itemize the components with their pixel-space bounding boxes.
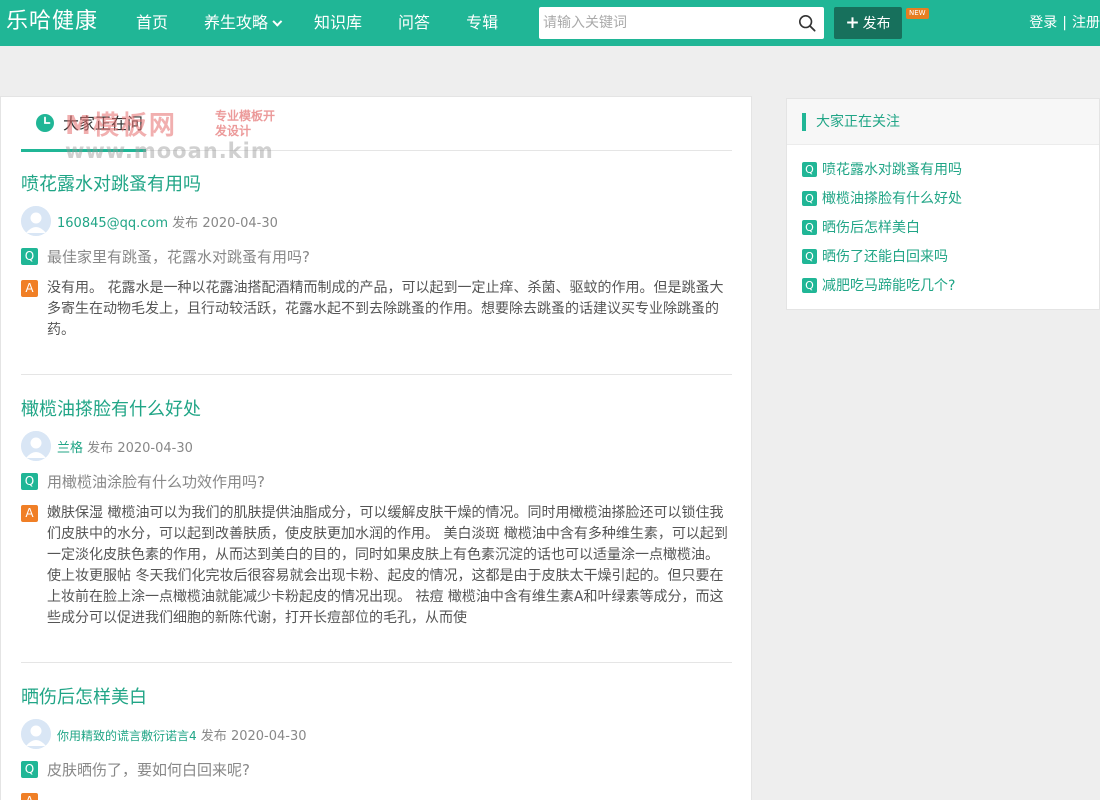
question-title[interactable]: 喷花露水对跳蚤有用吗 xyxy=(21,172,732,198)
question-text: 用橄榄油涂脸有什么功效作用吗? xyxy=(47,473,265,491)
meta-text: 你用精致的谎言敷衍诺言4 发布 2020-04-30 xyxy=(57,725,307,744)
divider xyxy=(21,662,732,663)
trending-title: 大家正在关注 xyxy=(816,114,900,130)
plus-icon: + xyxy=(845,13,860,33)
question-text: 皮肤晒伤了，要如何白回来呢? xyxy=(47,761,250,779)
meta-text: 160845@qq.com 发布 2020-04-30 xyxy=(57,212,278,231)
answer-text: 嫩肤保湿 橄榄油可以为我们的肌肤提供油脂成分，可以缓解皮肤干燥的情况。同时用橄榄… xyxy=(47,505,728,626)
question-tag-icon: Q xyxy=(802,220,817,235)
trending-item[interactable]: Q 晒伤后怎样美白 xyxy=(802,217,962,246)
nav-label: 养生攻略 xyxy=(204,13,269,32)
question-tag-icon: Q xyxy=(802,191,817,206)
question-item: 橄榄油搽脸有什么好处 兰格 发布 2020-04-30 Q 用橄榄油涂脸有什么功… xyxy=(21,397,732,629)
trending-item-label: 晒伤了还能白回来吗 xyxy=(822,249,948,265)
auth-links: 登录 | 注册 xyxy=(1029,0,1100,46)
questions-card: 大家正在问 M模板网 专业模板开发设计 www.mooan.kim 喷花露水对跳… xyxy=(0,96,752,800)
question-title[interactable]: 橄榄油搽脸有什么好处 xyxy=(21,397,732,423)
nav-label: 问答 xyxy=(398,13,431,32)
trending-item-label: 晒伤后怎样美白 xyxy=(822,220,920,236)
question-item: 晒伤后怎样美白 你用精致的谎言敷衍诺言4 发布 2020-04-30 Q 皮肤晒… xyxy=(21,685,732,800)
nav-label: 首页 xyxy=(136,13,169,32)
trending-card: 大家正在关注 Q 喷花露水对跳蚤有用吗 Q 橄榄油搽脸有什么好处 Q 晒伤后怎样美白 … xyxy=(786,98,1100,310)
answer-tag-icon: A xyxy=(21,505,38,522)
trending-item-label: 减肥吃马蹄能吃几个? xyxy=(822,278,956,294)
question-item: 喷花露水对跳蚤有用吗 160845@qq.com 发布 2020-04-30 Q… xyxy=(21,172,732,341)
question-meta: 160845@qq.com 发布 2020-04-30 xyxy=(21,206,732,236)
avatar[interactable] xyxy=(21,719,51,749)
question-line: Q 用橄榄油涂脸有什么功效作用吗? xyxy=(21,471,732,493)
question-line: Q 皮肤晒伤了，要如何白回来呢? xyxy=(21,759,732,781)
nav-item-home[interactable]: 首页 xyxy=(118,0,186,46)
question-tag-icon: Q xyxy=(802,278,817,293)
divider xyxy=(21,374,732,375)
answer-line: A 没有用。 花露水是一种以花露油搭配酒精而制成的产品，可以起到一定止痒、杀菌、… xyxy=(21,278,732,341)
login-link[interactable]: 登录 xyxy=(1029,15,1057,31)
search-input[interactable] xyxy=(539,7,789,39)
nav-item-albums[interactable]: 专辑 xyxy=(448,0,516,46)
title-accent-bar xyxy=(802,113,806,131)
trending-header: 大家正在关注 xyxy=(787,99,1099,145)
top-navbar: 乐哈健康 首页 养生攻略 知识库 问答 专辑 +发布 NEW 登录 | 注册 xyxy=(0,0,1100,46)
publish-word: 发布 xyxy=(172,216,199,231)
trending-item-label: 橄榄油搽脸有什么好处 xyxy=(822,191,962,207)
clock-icon xyxy=(36,114,54,132)
publish-word: 发布 xyxy=(200,729,227,744)
trending-item[interactable]: Q 喷花露水对跳蚤有用吗 xyxy=(802,159,962,188)
trending-item[interactable]: Q 橄榄油搽脸有什么好处 xyxy=(802,188,962,217)
avatar[interactable] xyxy=(21,431,51,461)
question-meta: 你用精致的谎言敷衍诺言4 发布 2020-04-30 xyxy=(21,719,732,749)
publish-date: 2020-04-30 xyxy=(230,729,307,744)
answer-text: 没有用。 花露水是一种以花露油搭配酒精而制成的产品，可以起到一定止痒、杀菌、驱蚊… xyxy=(47,280,724,338)
question-tag-icon: Q xyxy=(802,162,817,177)
publish-date: 2020-04-30 xyxy=(202,216,278,231)
trending-item[interactable]: Q 减肥吃马蹄能吃几个? xyxy=(802,275,962,304)
watermark-slogan: 专业模板开发设计 xyxy=(215,109,276,138)
new-badge: NEW xyxy=(906,8,929,19)
publish-label: 发布 xyxy=(862,16,891,32)
nav-item-knowledge[interactable]: 知识库 xyxy=(296,0,380,46)
register-link[interactable]: 注册 xyxy=(1072,15,1100,31)
meta-text: 兰格 发布 2020-04-30 xyxy=(57,437,193,456)
search-box xyxy=(539,7,824,39)
question-title[interactable]: 晒伤后怎样美白 xyxy=(21,685,732,711)
question-tag-icon: Q xyxy=(21,473,38,490)
nav-label: 知识库 xyxy=(314,13,363,32)
section-title: 大家正在问 xyxy=(63,114,144,133)
question-meta: 兰格 发布 2020-04-30 xyxy=(21,431,732,461)
nav-item-health-guide[interactable]: 养生攻略 xyxy=(186,0,296,46)
question-line: Q 最佳家里有跳蚤，花露水对跳蚤有用吗? xyxy=(21,246,732,268)
trending-item[interactable]: Q 晒伤了还能白回来吗 xyxy=(802,246,962,275)
section-title-underline xyxy=(21,149,146,152)
publish-button[interactable]: + 发布 xyxy=(834,7,902,39)
site-logo[interactable]: 乐哈健康 xyxy=(6,6,98,38)
answer-tag-icon: A xyxy=(21,793,38,800)
nav-item-qa[interactable]: 问答 xyxy=(380,0,448,46)
nav-label: 专辑 xyxy=(466,13,499,32)
question-tag-icon: Q xyxy=(21,248,38,265)
answer-line: A 嫩肤保湿 橄榄油可以为我们的肌肤提供油脂成分，可以缓解皮肤干燥的情况。同时用… xyxy=(21,503,732,629)
question-tag-icon: Q xyxy=(21,761,38,778)
search-icon[interactable] xyxy=(798,14,816,32)
trending-list: Q 喷花露水对跳蚤有用吗 Q 橄榄油搽脸有什么好处 Q 晒伤后怎样美白 Q 晒伤了还能白… xyxy=(802,159,962,304)
author-link[interactable]: 160845@qq.com xyxy=(57,216,168,231)
main-nav: 首页 养生攻略 知识库 问答 专辑 xyxy=(118,0,516,46)
question-tag-icon: Q xyxy=(802,249,817,264)
question-text: 最佳家里有跳蚤，花露水对跳蚤有用吗? xyxy=(47,248,310,266)
section-header: 大家正在问 M模板网 专业模板开发设计 www.mooan.kim xyxy=(21,97,732,163)
answer-tag-icon: A xyxy=(21,280,38,297)
avatar[interactable] xyxy=(21,206,51,236)
trending-item-label: 喷花露水对跳蚤有用吗 xyxy=(822,162,962,178)
publish-word: 发布 xyxy=(87,441,114,456)
auth-separator: | xyxy=(1062,15,1067,31)
chevron-down-icon xyxy=(272,16,283,27)
author-link[interactable]: 兰格 xyxy=(57,441,83,456)
publish-date: 2020-04-30 xyxy=(117,441,193,456)
author-link[interactable]: 你用精致的谎言敷衍诺言4 xyxy=(57,729,197,743)
